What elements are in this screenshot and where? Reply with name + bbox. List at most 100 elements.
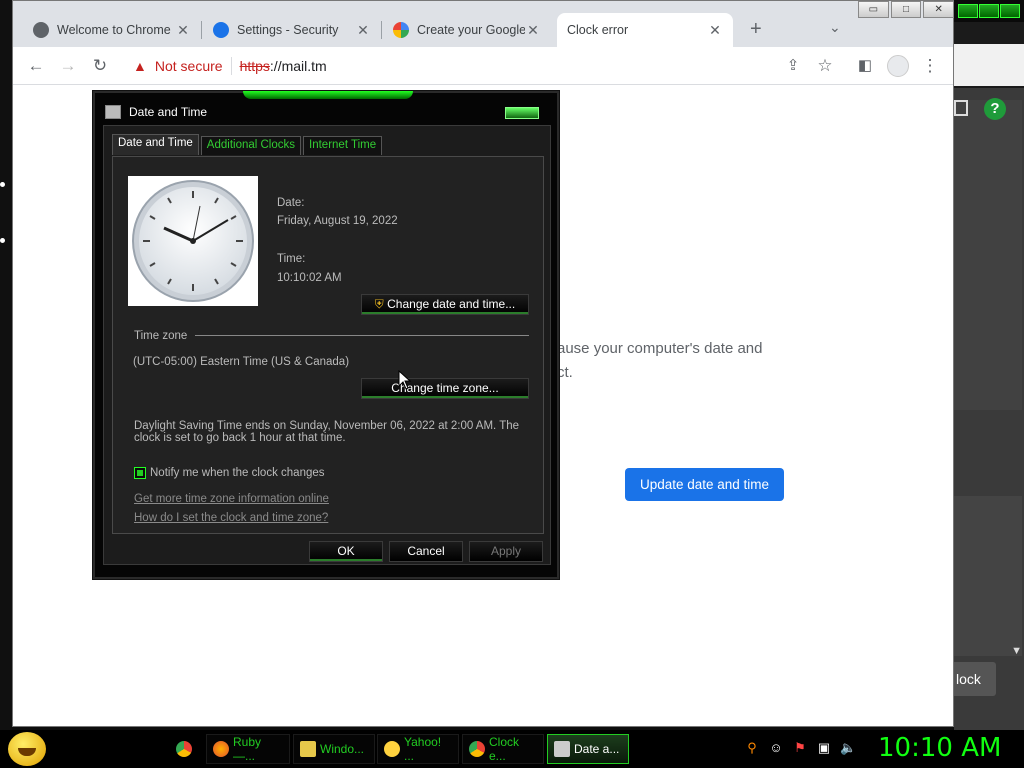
- clock-error-message: ause your computer's date and ct.: [557, 337, 763, 385]
- notify-checkbox[interactable]: [134, 467, 146, 479]
- time-zone-header: Time zone: [134, 330, 188, 342]
- update-date-time-button[interactable]: Update date and time: [625, 468, 784, 501]
- globe-icon: [33, 22, 49, 38]
- tab-search-icon[interactable]: ⌄: [829, 19, 841, 36]
- maximize-button[interactable]: □: [890, 1, 922, 18]
- dialog-titlebar[interactable]: Date and Time: [105, 105, 207, 119]
- profile-avatar[interactable]: [887, 55, 909, 77]
- back-icon[interactable]: ←: [25, 55, 47, 77]
- close-tab-icon[interactable]: ✕: [707, 22, 723, 39]
- gear-icon: [213, 22, 229, 38]
- address-bar[interactable]: ▲ Not secure https://mail.tm: [123, 52, 843, 80]
- how-set-clock-link[interactable]: How do I set the clock and time zone?: [134, 512, 328, 524]
- green-minimize-bar[interactable]: [958, 4, 978, 18]
- desktop-left-strip: [0, 0, 12, 730]
- taskbar: Ruby —... Windo... Yahoo! ... Clock e...…: [0, 730, 1024, 768]
- bookmark-star-icon[interactable]: ☆: [814, 55, 836, 77]
- tab-strip: Welcome to Chrome ✕ Settings - Security …: [13, 1, 955, 47]
- help-icon[interactable]: ?: [984, 98, 1006, 120]
- close-tab-icon[interactable]: ✕: [525, 22, 541, 39]
- background-window-right: ? ▼ lock: [954, 0, 1024, 730]
- time-zone-divider: [195, 335, 529, 336]
- tab-date-and-time[interactable]: Date and Time: [112, 134, 199, 155]
- notify-label[interactable]: Notify me when the clock changes: [150, 467, 325, 479]
- taskbar-item-windows[interactable]: Windo...: [293, 734, 375, 764]
- apply-button[interactable]: Apply: [469, 541, 543, 562]
- desktop-dot: [0, 238, 5, 243]
- tab-title: Settings - Security: [237, 23, 339, 37]
- background-window-controls: [954, 0, 1024, 22]
- messenger-icon[interactable]: ☺: [768, 740, 784, 756]
- window-controls: ▭ □ ✕: [858, 1, 955, 19]
- not-secure-label[interactable]: Not secure: [155, 58, 223, 74]
- tab-internet-time[interactable]: Internet Time: [303, 136, 383, 155]
- green-maximize-bar[interactable]: [979, 4, 999, 18]
- network-icon[interactable]: ▣: [816, 740, 832, 756]
- taskbar-item-firefox[interactable]: Ruby —...: [206, 734, 290, 764]
- taskbar-item-clock-error[interactable]: Clock e...: [462, 734, 544, 764]
- dst-line: Daylight Saving Time ends on Sunday, Nov…: [134, 420, 520, 432]
- dst-notice: Daylight Saving Time ends on Sunday, Nov…: [134, 420, 534, 444]
- dialog-tabs: Date and Time Additional Clocks Internet…: [112, 134, 384, 155]
- taskbar-item-date-time[interactable]: Date a...: [547, 734, 629, 764]
- taskbar-clock[interactable]: 10:10 AM: [878, 733, 1001, 763]
- new-tab-button[interactable]: +: [750, 18, 762, 41]
- clock-button[interactable]: lock: [954, 662, 996, 696]
- analog-clock-icon: [128, 176, 258, 306]
- chrome-pinned-icon[interactable]: [176, 741, 192, 757]
- change-date-time-button[interactable]: ⛨ Change date and time...: [361, 294, 529, 315]
- taskbar-item-label: Clock e...: [489, 735, 520, 763]
- yahoo-icon: [384, 741, 400, 757]
- close-tab-icon[interactable]: ✕: [175, 22, 191, 39]
- tab-title: Welcome to Chrome: [57, 23, 171, 37]
- scroll-down-icon[interactable]: ▼: [1011, 645, 1022, 657]
- start-button-smiley-icon[interactable]: [8, 732, 46, 766]
- date-time-icon: [554, 741, 570, 757]
- tab-divider: [381, 21, 382, 39]
- share-icon[interactable]: ⇪: [782, 55, 804, 77]
- url-host: ://mail.tm: [269, 58, 327, 74]
- green-close-bar[interactable]: [1000, 4, 1020, 18]
- reload-icon[interactable]: ↻: [89, 55, 111, 77]
- date-time-dialog: Date and Time Date and Time Additional C…: [93, 91, 559, 579]
- folder-icon: [300, 741, 316, 757]
- time-label: Time:: [277, 253, 306, 265]
- time-zone-info-link[interactable]: Get more time zone information online: [134, 493, 329, 505]
- desktop-dot: [0, 182, 5, 187]
- cancel-button[interactable]: Cancel: [389, 541, 463, 562]
- background-toolbar: [954, 44, 1024, 86]
- tab-settings-security[interactable]: Settings - Security ✕: [203, 13, 381, 47]
- tab-welcome[interactable]: Welcome to Chrome ✕: [23, 13, 201, 47]
- message-line: ct.: [557, 364, 573, 381]
- close-window-button[interactable]: ✕: [923, 1, 955, 18]
- change-time-zone-button[interactable]: Change time zone...: [361, 378, 529, 399]
- side-panel-icon[interactable]: ◧: [854, 55, 876, 77]
- date-value: Friday, August 19, 2022: [277, 215, 398, 227]
- dialog-close-button[interactable]: [505, 107, 539, 119]
- minimize-button[interactable]: ▭: [858, 1, 889, 18]
- chrome-icon: [469, 741, 485, 757]
- search-icon[interactable]: ⚲: [744, 740, 760, 756]
- firefox-icon: [213, 741, 229, 757]
- taskbar-item-yahoo[interactable]: Yahoo! ...: [377, 734, 459, 764]
- forward-icon[interactable]: →: [57, 55, 79, 77]
- taskbar-item-label: Ruby —...: [233, 735, 262, 763]
- close-tab-icon[interactable]: ✕: [355, 22, 371, 39]
- tab-clock-error[interactable]: Clock error ✕: [557, 13, 733, 47]
- window-square-icon[interactable]: [954, 100, 968, 116]
- tab-title: Create your Google A: [417, 23, 525, 37]
- taskbar-item-label: Yahoo! ...: [404, 735, 442, 763]
- background-pane-bottom: [954, 496, 1022, 656]
- tab-additional-clocks[interactable]: Additional Clocks: [200, 136, 302, 155]
- taskbar-item-label: Date a...: [574, 742, 620, 756]
- warning-icon[interactable]: ▲: [133, 58, 147, 74]
- tab-google-account[interactable]: Create your Google A ✕: [383, 13, 551, 47]
- ok-button[interactable]: OK: [309, 541, 383, 562]
- mouse-cursor-icon: [398, 370, 412, 390]
- action-center-flag-icon[interactable]: ⚑: [792, 740, 808, 756]
- dst-line: clock is set to go back 1 hour at that t…: [134, 432, 346, 444]
- date-label: Date:: [277, 197, 305, 209]
- menu-kebab-icon[interactable]: ⋮: [919, 55, 941, 77]
- time-zone-value: (UTC-05:00) Eastern Time (US & Canada): [133, 356, 350, 368]
- volume-icon[interactable]: 🔈: [840, 740, 856, 756]
